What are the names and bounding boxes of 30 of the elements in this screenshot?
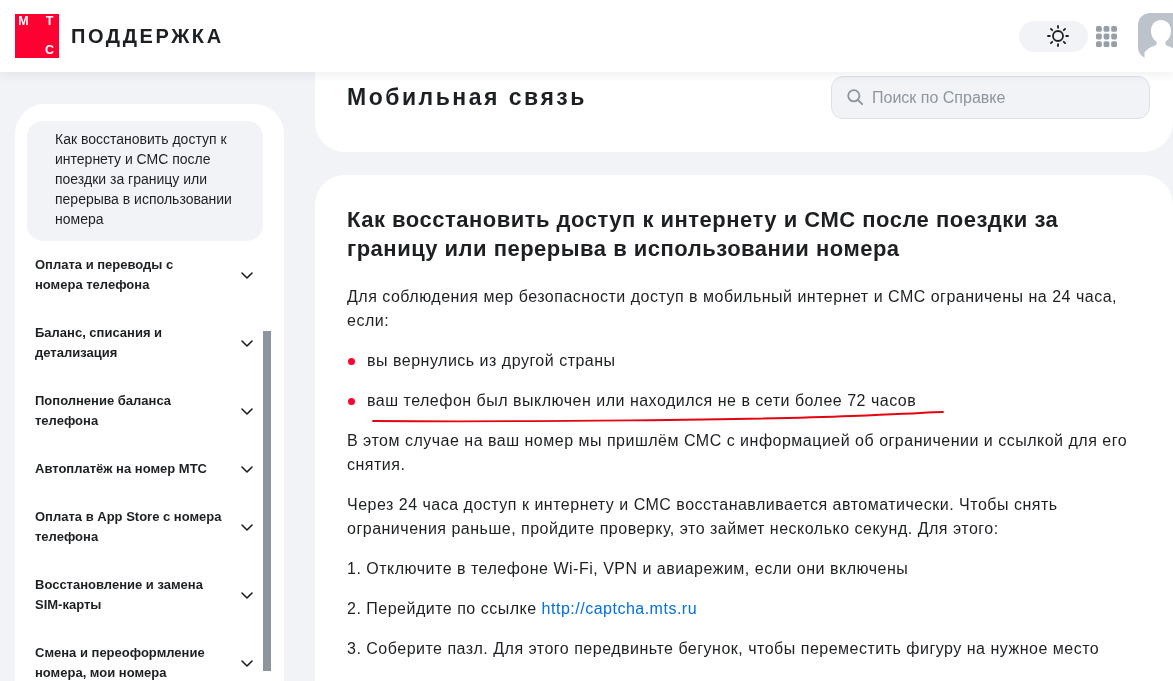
sidebar-item[interactable]: Оплата в App Store с номера телефона: [27, 507, 263, 547]
article-paragraph: Для соблюдения мер безопасности доступ в мобильный интернет и СМС ограничены на 24 часа, если:: [347, 287, 1119, 331]
apps-grid-icon[interactable]: [1096, 25, 1117, 47]
search-field[interactable]: Поиск по Справке: [831, 76, 1150, 119]
bullet-text: вы вернулись из другой страны: [367, 351, 616, 371]
scrollbar-thumb[interactable]: [263, 331, 271, 671]
article-paragraph: Через 24 часа доступ к интернету и СМС восстанавливается автоматически. Чтобы снять ограничения раньше, пройдите проверку, это займет несколько секунд. Для этого:: [347, 495, 1059, 539]
sidebar-item[interactable]: Оплата и переводы с номера телефона: [27, 255, 263, 295]
theme-toggle[interactable]: [1019, 20, 1088, 52]
bullet-dot-icon: [348, 357, 355, 365]
bullet-text: ваш телефон был выключен или находился не в сети более 72 часов: [367, 391, 917, 411]
captcha-link[interactable]: http://captcha.mts.ru: [541, 600, 698, 617]
sidebar-item[interactable]: Пополнение баланса телефона: [27, 391, 263, 431]
article-title: Как восстановить доступ к интернету и СМС после поездки за границу или перерыва в использовании номера: [347, 206, 1060, 263]
site-title: ПОДДЕРЖКА: [71, 24, 224, 48]
sidebar-item[interactable]: Как восстановить доступ к интернету и СМС после поездки за границу или перерыва в использовании номера: [27, 121, 263, 241]
bullet-dot-icon: [348, 397, 355, 405]
article-paragraph: В этом случае на ваш номер мы пришлём СМС с информацией об ограничении и ссылкой для его снятия.: [347, 431, 1129, 475]
sidebar-item[interactable]: Баланс, списания и детализация: [27, 323, 263, 363]
logo[interactable]: М Т С: [15, 14, 59, 58]
sidebar-item[interactable]: Автоплатёж на номер МТС: [27, 459, 263, 479]
section-title: Мобильная связь: [347, 83, 587, 112]
sun-icon: [1047, 25, 1069, 47]
sidebar-item[interactable]: Смена и переоформление номера, мои номера: [27, 643, 263, 681]
article-paragraph: 1. Отключите в телефоне Wi-Fi, VPN и авиарежим, если они включены: [347, 559, 910, 579]
article-paragraph: 2. Перейдите по ссылке http://captcha.mts.ru: [347, 599, 699, 619]
avatar-silhouette-icon[interactable]: [1138, 13, 1173, 59]
sidebar-item[interactable]: Восстановление и замена SIM-карты: [27, 575, 263, 615]
search-icon: [847, 89, 863, 105]
article-paragraph: 3. Соберите пазл. Для этого передвиньте бегунок, чтобы переместить фигуру на нужное место: [347, 639, 1101, 659]
